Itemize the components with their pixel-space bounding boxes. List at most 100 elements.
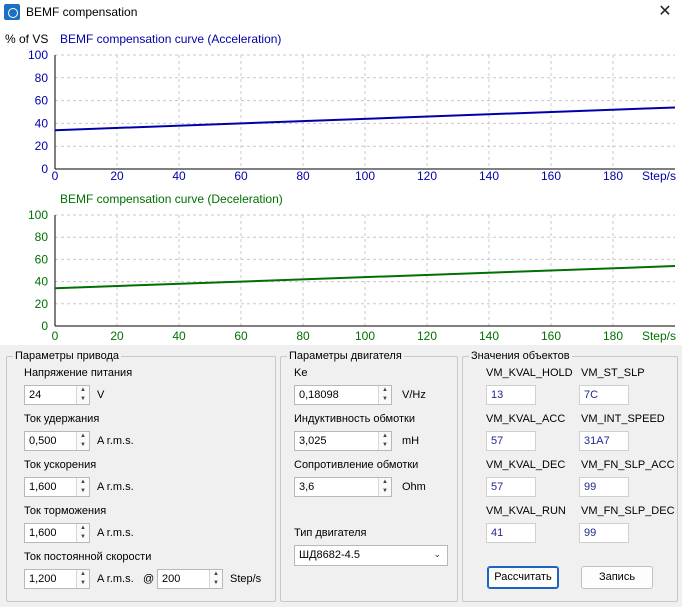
spin-up-icon[interactable]: ▲: [77, 570, 89, 579]
write-button[interactable]: Запись: [581, 566, 653, 589]
acc-current-spinner[interactable]: 1,600 ▲ ▼: [24, 477, 90, 497]
spin-down-icon[interactable]: ▼: [379, 395, 391, 404]
spin-up-icon[interactable]: ▲: [77, 524, 89, 533]
run-current-value: 1,200: [29, 573, 57, 585]
y-tick-label: 60: [35, 252, 49, 266]
y-tick-label: 0: [41, 162, 48, 176]
kval-dec-field[interactable]: 57: [486, 477, 536, 497]
spin-down-icon[interactable]: ▼: [77, 441, 89, 450]
spin-down-icon[interactable]: ▼: [77, 487, 89, 496]
hold-current-spinner[interactable]: 0,500 ▲ ▼: [24, 431, 90, 451]
spin-down-icon[interactable]: ▼: [77, 395, 89, 404]
spin-up-icon[interactable]: ▲: [210, 570, 222, 579]
object-values-title: Значения объектов: [469, 350, 572, 362]
kval-run-label: VM_KVAL_RUN: [486, 505, 566, 517]
charts-svg: % of VS BEMF compensation curve (Accelera…: [5, 32, 676, 343]
x-axis-unit: Step/s: [642, 169, 676, 183]
fn-slp-dec-label: VM_FN_SLP_DEC: [581, 505, 675, 517]
x-tick-label: 0: [52, 169, 59, 183]
spin-down-icon[interactable]: ▼: [77, 579, 89, 588]
x-tick-label: 100: [355, 169, 375, 183]
run-current-spinner[interactable]: 1,200 ▲ ▼: [24, 569, 90, 589]
fn-slp-dec-field[interactable]: 99: [579, 523, 629, 543]
spin-down-icon[interactable]: ▼: [379, 487, 391, 496]
run-speed-unit: Step/s: [230, 573, 262, 585]
ke-value: 0,18098: [299, 389, 339, 401]
motor-type-value: ШД8682-4.5: [299, 549, 360, 561]
int-speed-label: VM_INT_SPEED: [581, 413, 665, 425]
resistance-label: Сопротивление обмотки: [294, 459, 419, 471]
run-current-unit: A r.m.s.: [97, 573, 134, 585]
spin-down-icon[interactable]: ▼: [210, 579, 222, 588]
app-icon: [4, 4, 20, 20]
x-tick-label: 20: [110, 169, 124, 183]
y-tick-label: 80: [35, 230, 49, 244]
resistance-unit: Ohm: [402, 481, 426, 493]
y-axis-caption: % of VS: [5, 32, 48, 46]
inductance-spinner[interactable]: 3,025 ▲ ▼: [294, 431, 392, 451]
chevron-down-icon: ⌄: [433, 549, 441, 559]
y-tick-label: 20: [35, 297, 49, 311]
resistance-spinner[interactable]: 3,6 ▲ ▼: [294, 477, 392, 497]
x-tick-label: 40: [172, 169, 186, 183]
y-tick-label: 80: [35, 71, 49, 85]
kval-acc-label: VM_KVAL_ACC: [486, 413, 566, 425]
fn-slp-acc-label: VM_FN_SLP_ACC: [581, 459, 675, 471]
spin-down-icon[interactable]: ▼: [77, 533, 89, 542]
ke-spinner[interactable]: 0,18098 ▲ ▼: [294, 385, 392, 405]
x-tick-label: 60: [234, 329, 248, 343]
run-speed-spinner[interactable]: 200 ▲ ▼: [157, 569, 223, 589]
st-slp-label: VM_ST_SLP: [581, 367, 645, 379]
x-tick-label: 120: [417, 169, 437, 183]
acc-current-value: 1,600: [29, 481, 57, 493]
supply-voltage-spinner[interactable]: 24 ▲ ▼: [24, 385, 90, 405]
window-title: BEMF compensation: [26, 5, 138, 19]
acc-current-unit: A r.m.s.: [97, 481, 134, 493]
x-axis-unit: Step/s: [642, 329, 676, 343]
dec-current-spinner[interactable]: 1,600 ▲ ▼: [24, 523, 90, 543]
close-button[interactable]: ✕: [648, 0, 682, 24]
spin-up-icon[interactable]: ▲: [379, 386, 391, 395]
run-speed-value: 200: [162, 573, 181, 585]
inductance-label: Индуктивность обмотки: [294, 413, 415, 425]
acc-current-label: Ток ускорения: [24, 459, 97, 471]
x-tick-label: 160: [541, 169, 561, 183]
ke-unit: V/Hz: [402, 389, 426, 401]
fn-slp-acc-field[interactable]: 99: [579, 477, 629, 497]
x-tick-label: 80: [296, 329, 310, 343]
spin-down-icon[interactable]: ▼: [379, 441, 391, 450]
spin-up-icon[interactable]: ▲: [77, 478, 89, 487]
st-slp-field[interactable]: 7C: [579, 385, 629, 405]
dec-current-unit: A r.m.s.: [97, 527, 134, 539]
run-current-label: Ток постоянной скорости: [24, 551, 152, 563]
motor-type-select[interactable]: ШД8682-4.5 ⌄: [294, 545, 448, 566]
x-tick-label: 140: [479, 169, 499, 183]
y-tick-label: 100: [28, 48, 48, 62]
supply-voltage-unit: V: [97, 389, 105, 401]
int-speed-field[interactable]: 31A7: [579, 431, 629, 451]
hold-current-unit: A r.m.s.: [97, 435, 134, 447]
hold-current-value: 0,500: [29, 435, 57, 447]
spin-up-icon[interactable]: ▲: [379, 432, 391, 441]
inductance-unit: mH: [402, 435, 420, 447]
kval-hold-field[interactable]: 13: [486, 385, 536, 405]
x-tick-label: 20: [110, 329, 124, 343]
spin-up-icon[interactable]: ▲: [379, 478, 391, 487]
spin-up-icon[interactable]: ▲: [77, 432, 89, 441]
inductance-value: 3,025: [299, 435, 327, 447]
kval-acc-field[interactable]: 57: [486, 431, 536, 451]
title-bar: BEMF compensation ✕: [0, 0, 682, 24]
y-tick-label: 40: [35, 116, 49, 130]
x-tick-label: 180: [603, 329, 623, 343]
spin-up-icon[interactable]: ▲: [77, 386, 89, 395]
x-tick-label: 0: [52, 329, 59, 343]
x-tick-label: 40: [172, 329, 186, 343]
calculate-button[interactable]: Рассчитать: [487, 566, 559, 589]
hold-current-label: Ток удержания: [24, 413, 100, 425]
y-tick-label: 100: [28, 208, 48, 222]
x-tick-label: 140: [479, 329, 499, 343]
x-tick-label: 100: [355, 329, 375, 343]
drive-params-title: Параметры привода: [13, 350, 122, 362]
ke-label: Ke: [294, 367, 308, 379]
kval-run-field[interactable]: 41: [486, 523, 536, 543]
